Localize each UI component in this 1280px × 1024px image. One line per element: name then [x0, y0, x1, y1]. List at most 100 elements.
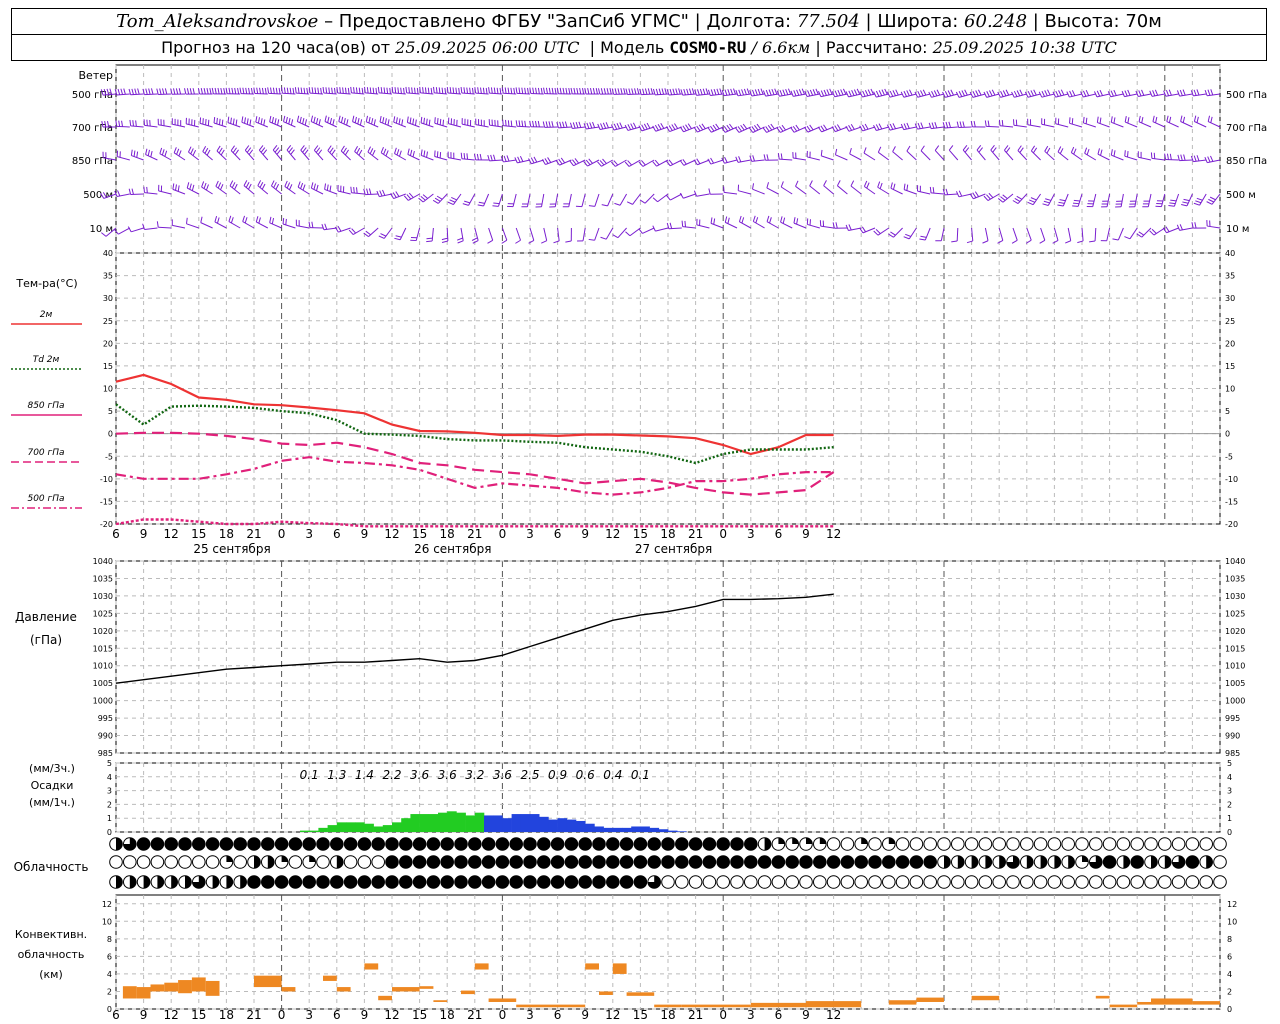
convective-block — [599, 991, 613, 995]
wind-barb-feather — [553, 240, 560, 244]
wind-barb-feather — [175, 88, 179, 95]
wind-barb-feather — [842, 88, 847, 95]
wind-barb — [473, 153, 489, 161]
wind-barb-feather — [989, 90, 993, 97]
wind-barb-feather — [368, 188, 372, 195]
cloud-row-middle-symbol — [633, 855, 648, 869]
wind-barb-feather — [551, 121, 554, 128]
cloud-row-upper-symbol — [882, 837, 896, 851]
cloud-fill-full — [399, 875, 413, 889]
convective-tick-left: 6 — [107, 952, 112, 961]
wind-barb-feather — [318, 119, 321, 126]
time-axis-tick-bottom: 15 — [633, 1008, 648, 1022]
cloud-fill-full — [385, 875, 399, 889]
cloud-row-middle-symbol — [1033, 855, 1048, 869]
wind-barb-feather — [574, 158, 580, 164]
cloud-fill-full — [785, 855, 799, 869]
date-label: 25 сентября — [193, 542, 270, 556]
wind-barb-staff — [568, 193, 572, 207]
wind-barb-feather — [849, 147, 852, 155]
wind-barb-feather — [496, 87, 499, 94]
wind-barb — [1163, 89, 1179, 97]
wind-barb-feather — [380, 87, 383, 94]
wind-level-label-left: 700 гПа — [72, 123, 113, 134]
wind-barb-feather — [973, 120, 976, 128]
cloud-fill-full — [620, 837, 633, 851]
wind-barb-feather — [889, 90, 894, 97]
precip-bar-liquid — [447, 811, 457, 832]
cloud-circle — [937, 837, 951, 851]
wind-barb-feather — [332, 119, 335, 126]
precip-bar-liquid — [428, 814, 439, 832]
precip-tick-right: 4 — [1227, 773, 1232, 782]
cloud-row-lower-symbol — [564, 875, 579, 889]
wind-barb-feather — [258, 217, 261, 224]
wind-barb-feather — [1127, 117, 1130, 124]
wind-barb-feather — [435, 87, 438, 94]
wind-barb — [1096, 116, 1110, 128]
wind-barb — [197, 88, 213, 95]
wind-barb-feather — [519, 155, 524, 162]
wind-barb-feather — [592, 121, 596, 128]
wind-barb-feather — [931, 122, 935, 129]
wind-barb-staff — [1124, 121, 1138, 128]
wind-barb-feather — [261, 87, 264, 94]
cloud-row-lower-symbol — [274, 875, 289, 889]
wind-barb-staff — [214, 221, 227, 229]
wind-barb — [447, 193, 462, 206]
wind-barb-feather — [1182, 89, 1186, 96]
wind-barb-staff — [944, 193, 958, 196]
cloud-row-lower-symbol — [440, 875, 455, 889]
wind-barb — [528, 227, 535, 244]
wind-barb-feather — [1000, 196, 1006, 201]
wind-barb — [297, 181, 310, 195]
convective-block — [1151, 998, 1193, 1005]
wind-barb-feather — [684, 220, 687, 227]
cloud-row-lower-symbol — [164, 875, 178, 889]
cloud-row-middle-symbol — [1061, 855, 1075, 869]
cloud-row-middle-symbol — [164, 855, 178, 869]
wind-barb-feather — [602, 158, 607, 164]
convective-unit: (км) — [39, 968, 63, 981]
wind-barb-feather — [356, 147, 361, 154]
cloud-circle — [357, 855, 372, 869]
cloud-row-lower-symbol — [399, 875, 413, 889]
cloud-fill-partial — [1082, 855, 1089, 862]
wind-barb-feather — [392, 192, 397, 198]
wind-barb-feather — [606, 88, 609, 95]
wind-barb-feather — [600, 123, 604, 130]
time-axis-tick: 21 — [467, 527, 482, 541]
date-label: 27 сентября — [635, 542, 712, 556]
wind-barb-feather — [624, 161, 630, 167]
convective-block — [1137, 1001, 1151, 1005]
wind-barb-feather — [204, 147, 209, 154]
cloud-row-upper-symbol — [923, 837, 938, 851]
wind-barb-feather — [339, 87, 341, 94]
wind-barb-feather — [355, 87, 358, 94]
wind-barb-staff — [512, 193, 517, 207]
wind-barb-staff — [642, 227, 655, 234]
wind-barb-feather — [488, 87, 490, 94]
cloud-row-middle-symbol — [288, 855, 303, 869]
cloud-fill-partial — [185, 875, 192, 889]
wind-barb-feather — [675, 88, 678, 95]
wind-barb-feather — [1099, 117, 1102, 124]
cloud-fill-partial — [792, 837, 799, 844]
cloud-row-middle-symbol — [495, 855, 510, 869]
wind-barb-staff — [1055, 123, 1069, 128]
wind-barb-feather — [499, 87, 502, 94]
cloud-fill-full — [523, 875, 537, 889]
precip-3h-total: 3.2 — [465, 768, 484, 782]
cloud-row-upper-symbol — [205, 837, 220, 851]
wind-barb — [679, 192, 696, 199]
wind-barb-feather — [614, 202, 621, 206]
wind-barb — [364, 86, 379, 95]
temp-legend-label: 500 гПа — [27, 494, 64, 504]
wind-barb — [1052, 227, 1059, 244]
wind-barb — [114, 190, 130, 197]
wind-barb-feather — [1124, 90, 1128, 97]
wind-barb — [340, 145, 351, 161]
cloud-fill-full — [551, 875, 564, 889]
wind-barb — [474, 87, 489, 95]
cloud-row-upper-symbol — [150, 837, 165, 851]
